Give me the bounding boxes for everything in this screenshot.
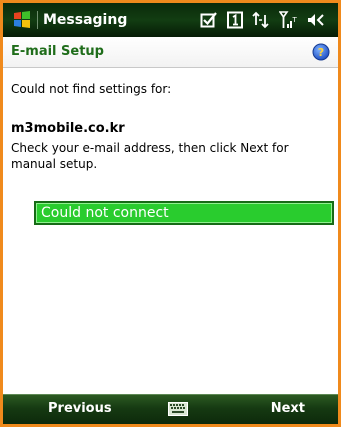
data-arrows-icon[interactable] bbox=[252, 11, 270, 29]
setup-content: Could not find settings for: m3mobile.co… bbox=[11, 81, 333, 172]
title-separator bbox=[37, 11, 38, 29]
page-title: E-mail Setup bbox=[11, 44, 104, 59]
next-button[interactable]: Next bbox=[271, 400, 305, 418]
connection-status-field: Could not connect bbox=[34, 201, 334, 225]
windows-logo-icon[interactable] bbox=[12, 10, 32, 30]
speaker-icon[interactable] bbox=[306, 11, 326, 29]
section-header: E-mail Setup ? bbox=[3, 37, 338, 68]
svg-text:?: ? bbox=[318, 46, 324, 59]
previous-button[interactable]: Previous bbox=[48, 400, 112, 418]
status-icons: T bbox=[200, 9, 326, 31]
title-bar: Messaging T bbox=[3, 3, 338, 37]
svg-text:T: T bbox=[292, 16, 298, 24]
instructions-text: Check your e-mail address, then click Ne… bbox=[11, 141, 289, 171]
app-title: Messaging bbox=[43, 12, 128, 28]
device-screen: Messaging T E-mail Setup ? Could not fin… bbox=[0, 0, 341, 427]
sim-slot-icon[interactable] bbox=[227, 11, 243, 29]
softkey-bar: Previous Next bbox=[3, 394, 338, 424]
signal-strength-icon[interactable]: T bbox=[279, 10, 297, 30]
error-message: Could not find settings for: bbox=[11, 82, 172, 96]
task-checkbox-icon[interactable] bbox=[200, 11, 218, 29]
help-icon[interactable]: ? bbox=[312, 43, 330, 61]
email-domain: m3mobile.co.kr bbox=[11, 121, 125, 136]
keyboard-icon[interactable] bbox=[168, 402, 188, 416]
